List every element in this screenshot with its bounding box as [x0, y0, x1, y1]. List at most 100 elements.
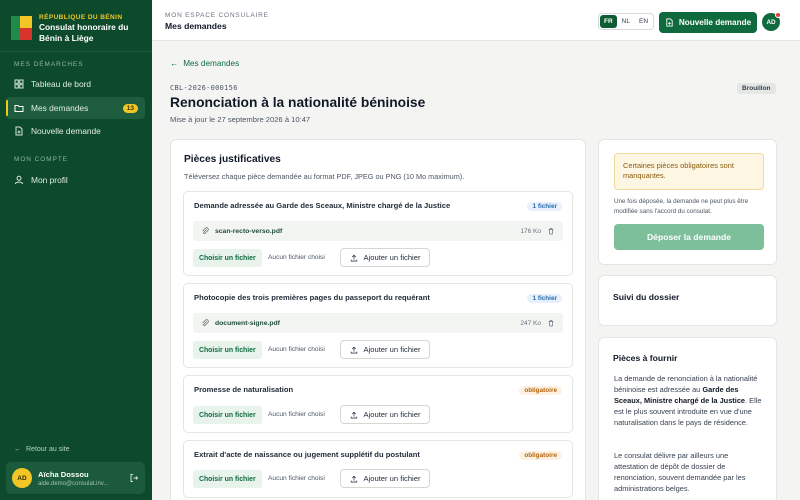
avatar-initials: AD	[766, 18, 776, 26]
document-title: Promesse de naturalisation	[194, 385, 294, 394]
submit-card: Certaines pièces obligatoires sont manqu…	[598, 139, 777, 265]
language-switcher: FR NL EN	[598, 13, 655, 30]
sidebar-item-label: Nouvelle demande	[31, 126, 101, 136]
add-file-button[interactable]: Ajouter un fichier	[340, 340, 430, 359]
sidebar-item-label: Mon profil	[31, 175, 68, 185]
sidebar-item-profil[interactable]: Mon profil	[6, 169, 145, 191]
choose-file-button[interactable]: Choisir un fichier	[193, 249, 262, 267]
file-name-link[interactable]: scan-recto-verso.pdf	[215, 228, 282, 235]
document-item: Photocopie des trois premières pages du …	[183, 283, 573, 368]
user-avatar-button[interactable]: AD	[762, 12, 781, 31]
topbar: MON ESPACE CONSULAIRE Mes demandes FR NL…	[152, 0, 800, 41]
no-file-chosen-text: Aucun fichier choisi	[268, 475, 325, 482]
required-documents-card: Pièces à fournir La demande de renonciat…	[598, 337, 777, 500]
add-file-label: Ajouter un fichier	[363, 345, 421, 354]
file-count-badge: 1 fichier	[527, 202, 562, 211]
upload-icon	[350, 346, 357, 353]
file-plus-icon	[666, 18, 673, 27]
required-documents-text: La demande de renonciation à la national…	[614, 374, 762, 427]
sidebar-item-mes-demandes[interactable]: Mes demandes 13	[6, 97, 145, 119]
request-title: Renonciation à la nationalité béninoise	[170, 95, 426, 110]
status-badge: Brouillon	[737, 83, 776, 94]
back-to-site-link[interactable]: ← Retour au site	[14, 446, 70, 453]
brand-country: RÉPUBLIQUE DU BÉNIN	[39, 14, 123, 21]
required-badge: obligatoire	[519, 451, 562, 460]
uploaded-file-row: scan-recto-verso.pdf 176 Ko	[193, 221, 563, 241]
arrow-left-icon: ←	[170, 59, 179, 68]
back-to-site-label: Retour au site	[26, 446, 70, 453]
missing-documents-alert: Certaines pièces obligatoires sont manqu…	[614, 153, 764, 190]
file-plus-icon	[15, 126, 23, 136]
back-label: Mes demandes	[183, 59, 240, 68]
logout-icon[interactable]	[129, 473, 139, 483]
request-reference: CBL-2026-000156	[170, 84, 238, 92]
section-label-demarches: MES DÉMARCHES	[14, 61, 84, 68]
add-file-label: Ajouter un fichier	[363, 474, 421, 483]
lang-nl-button[interactable]: NL	[618, 15, 634, 28]
document-title: Extrait d'acte de naissance ou jugement …	[194, 450, 420, 459]
count-badge: 13	[122, 103, 138, 113]
trash-icon[interactable]	[547, 319, 555, 327]
uploaded-file-row: document-signe.pdf 247 Ko	[193, 313, 563, 333]
document-item: Extrait d'acte de naissance ou jugement …	[183, 440, 573, 498]
topbar-kicker: MON ESPACE CONSULAIRE	[165, 12, 269, 19]
lang-en-button[interactable]: EN	[635, 15, 652, 28]
document-title: Demande adressée au Garde des Sceaux, Mi…	[194, 201, 451, 210]
paperclip-icon	[202, 227, 209, 235]
choose-file-button[interactable]: Choisir un fichier	[193, 406, 262, 424]
section-label-compte: MON COMPTE	[14, 156, 69, 163]
document-item: Promesse de naturalisation obligatoire C…	[183, 375, 573, 433]
folder-open-icon	[14, 105, 24, 112]
sidebar-item-label: Mes demandes	[31, 103, 89, 113]
user-email: aide.demo@consulat.inv...	[38, 480, 109, 487]
documents-subtitle: Téléversez chaque pièce demandée au form…	[184, 172, 465, 181]
updated-timestamp: Mise à jour le 27 septembre 2026 à 10:47	[170, 115, 311, 124]
user-name: Aïcha Dossou	[38, 469, 89, 479]
file-size: 247 Ko	[520, 319, 541, 327]
grid-icon	[14, 79, 24, 89]
notification-dot	[775, 12, 781, 18]
new-request-label: Nouvelle demande	[678, 18, 752, 27]
required-documents-title: Pièces à fournir	[613, 353, 678, 363]
submit-request-button[interactable]: Déposer la demande	[614, 224, 764, 250]
sidebar-item-label: Tableau de bord	[31, 79, 92, 89]
page-title: Mes demandes	[165, 21, 227, 31]
file-name-link[interactable]: document-signe.pdf	[215, 320, 280, 327]
submit-note: Une fois déposée, la demande ne peut plu…	[614, 198, 749, 215]
back-to-requests-link[interactable]: ← Mes demandes	[170, 59, 239, 68]
brand-name: Consulat honoraire du Bénin à Liège	[39, 22, 129, 43]
document-item: Demande adressée au Garde des Sceaux, Mi…	[183, 191, 573, 276]
add-file-label: Ajouter un fichier	[363, 410, 421, 419]
documents-title: Pièces justificatives	[184, 154, 281, 165]
new-request-button[interactable]: Nouvelle demande	[659, 12, 757, 33]
add-file-button[interactable]: Ajouter un fichier	[340, 405, 430, 424]
tracking-title: Suivi du dossier	[613, 292, 680, 302]
benin-flag-icon	[11, 16, 32, 40]
file-size: 176 Ko	[520, 227, 541, 235]
upload-icon	[350, 254, 357, 261]
user-card[interactable]: AD Aïcha Dossou aide.demo@consulat.inv..…	[6, 462, 145, 494]
choose-file-button[interactable]: Choisir un fichier	[193, 470, 262, 488]
file-count-badge: 1 fichier	[527, 294, 562, 303]
no-file-chosen-text: Aucun fichier choisi	[268, 411, 325, 418]
add-file-button[interactable]: Ajouter un fichier	[340, 248, 430, 267]
brand[interactable]: RÉPUBLIQUE DU BÉNIN Consulat honoraire d…	[0, 0, 152, 52]
upload-icon	[350, 411, 357, 418]
arrow-left-icon: ←	[14, 446, 21, 453]
choose-file-button[interactable]: Choisir un fichier	[193, 341, 262, 359]
paperclip-icon	[202, 319, 209, 327]
trash-icon[interactable]	[547, 227, 555, 235]
required-badge: obligatoire	[519, 386, 562, 395]
upload-icon	[350, 475, 357, 482]
no-file-chosen-text: Aucun fichier choisi	[268, 254, 325, 261]
document-title: Photocopie des trois premières pages du …	[194, 293, 430, 302]
lang-fr-button[interactable]: FR	[600, 15, 617, 28]
sidebar-item-nouvelle-demande[interactable]: Nouvelle demande	[6, 120, 145, 142]
avatar: AD	[12, 468, 32, 488]
sidebar-item-dashboard[interactable]: Tableau de bord	[6, 73, 145, 95]
no-file-chosen-text: Aucun fichier choisi	[268, 346, 325, 353]
add-file-button[interactable]: Ajouter un fichier	[340, 469, 430, 488]
user-icon	[14, 175, 24, 185]
tracking-card: Suivi du dossier	[598, 275, 777, 326]
sidebar: RÉPUBLIQUE DU BÉNIN Consulat honoraire d…	[0, 0, 152, 500]
